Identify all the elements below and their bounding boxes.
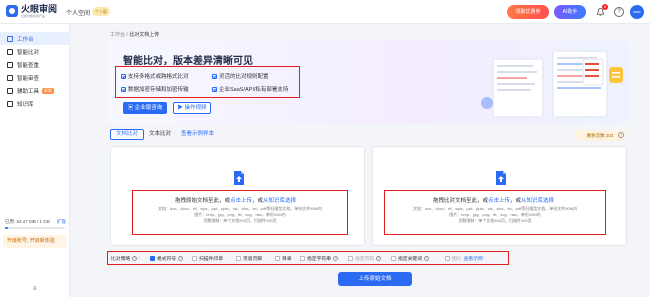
sidebar: 工作台 智能比对 智能查重 智能审查 辅助工具 新版 知识库 bbox=[0, 24, 70, 297]
sidebar-item-review[interactable]: 智能审查 bbox=[0, 71, 70, 84]
banner-title: 智能比对，版本差异清晰可见 bbox=[123, 56, 253, 67]
option-specified-page[interactable]: 指定页码? bbox=[348, 255, 382, 262]
sidebar-item-workbench[interactable]: 工作台 bbox=[0, 32, 70, 45]
sidebar-item-label: 智能查重 bbox=[17, 62, 40, 69]
option-images[interactable]: 图片 查看示例 bbox=[445, 255, 483, 262]
upload-file-icon bbox=[234, 171, 244, 185]
checkbox[interactable] bbox=[300, 256, 305, 261]
sidebar-item-compare[interactable]: 智能比对 bbox=[0, 45, 70, 58]
check-icon bbox=[212, 73, 217, 79]
checkbox[interactable] bbox=[275, 256, 280, 261]
plan-badge: 个人版 bbox=[92, 7, 110, 16]
view-example-link[interactable]: 查看示例 bbox=[464, 255, 483, 262]
notification-count-badge: 6 bbox=[602, 4, 608, 10]
checkbox[interactable] bbox=[236, 256, 241, 261]
sidebar-item-tools[interactable]: 辅助工具 新版 bbox=[0, 84, 70, 97]
sidebar-item-label: 知识库 bbox=[17, 101, 34, 108]
upload-original-document-button[interactable]: 上传原始文档 bbox=[338, 272, 412, 286]
option-compare-strategy[interactable]: 比对策略?: bbox=[111, 255, 140, 262]
option-format-symbols[interactable]: 格式符号? bbox=[150, 255, 184, 262]
collapse-sidebar-icon[interactable]: ≡ bbox=[33, 286, 37, 292]
check-icon bbox=[212, 86, 217, 92]
view-sample-link[interactable]: 查看示例样本 bbox=[176, 129, 219, 140]
help-icon[interactable]: ? bbox=[614, 7, 624, 17]
help-icon: ? bbox=[178, 256, 184, 261]
sidebar-item-label: 辅助工具 bbox=[17, 88, 40, 95]
document-compare-illustration bbox=[481, 50, 623, 118]
sidebar-item-label: 工作台 bbox=[17, 36, 34, 43]
coupon-button[interactable]: 领取优惠券 bbox=[507, 5, 549, 19]
option-toc[interactable]: 目录 bbox=[275, 255, 292, 262]
workspace-name[interactable]: 个人空间 bbox=[66, 8, 90, 17]
feature-item: 数据加密存储和加密传输 bbox=[121, 85, 189, 93]
book-icon bbox=[7, 100, 13, 107]
duplicate-icon bbox=[7, 61, 13, 68]
tools-icon bbox=[7, 87, 13, 94]
original-format-desc: 文档：doc、docx、rtf、wps、ppt、pptx、xls、xlsx、tx… bbox=[157, 206, 323, 223]
checkbox[interactable] bbox=[150, 256, 155, 261]
compare-drop-title: 拖拽比对文档至此，或点击上传，或从知识库选择 bbox=[433, 198, 555, 204]
help-icon: ? bbox=[132, 256, 138, 261]
storage-progress-fill bbox=[5, 227, 8, 229]
feature-item: 灵活的比对规则配置 bbox=[212, 72, 269, 80]
click-upload-link[interactable]: 点击上传 bbox=[230, 198, 252, 204]
storage-progress-bar bbox=[5, 227, 65, 229]
check-icon bbox=[121, 73, 126, 79]
logo-subtitle: 全能智能审阅产品 bbox=[21, 14, 46, 18]
checkbox[interactable] bbox=[192, 256, 197, 261]
feature-highlight-box bbox=[115, 66, 300, 98]
click-upload-link[interactable]: 点击上传 bbox=[488, 198, 510, 204]
checkbox[interactable] bbox=[348, 256, 353, 261]
logo-icon bbox=[6, 5, 18, 17]
sidebar-item-duplicate-check[interactable]: 智能查重 bbox=[0, 58, 70, 71]
help-icon: ? bbox=[333, 256, 338, 261]
breadcrumb-parent[interactable]: 工作台 bbox=[110, 32, 125, 38]
check-icon bbox=[121, 86, 126, 92]
select-from-knowledge-base-link[interactable]: 从知识库选择 bbox=[263, 198, 296, 204]
help-icon: ? bbox=[376, 256, 382, 261]
expand-storage-link[interactable]: 扩容 bbox=[57, 219, 66, 225]
new-badge: 新版 bbox=[42, 87, 55, 94]
option-specified-string[interactable]: 指定字符串? bbox=[300, 255, 338, 262]
logo-title: 火眼审阅 bbox=[21, 4, 58, 14]
tutorial-video-button[interactable]: ▶ 操作视频 bbox=[173, 102, 211, 114]
avatar[interactable]: user bbox=[630, 5, 644, 19]
option-specified-keywords[interactable]: 指定关键词? bbox=[391, 255, 429, 262]
option-header-footer[interactable]: 页眉页脚 bbox=[236, 255, 262, 262]
select-from-knowledge-base-link[interactable]: 从知识库选择 bbox=[521, 198, 554, 204]
breadcrumb: 工作台 / 比对文档上传 bbox=[110, 31, 159, 38]
review-icon bbox=[7, 74, 13, 81]
feature-item: 支持多格式或跨格式比对 bbox=[121, 72, 189, 80]
top-bar: 火眼审阅 全能智能审阅产品 个人空间 个人版 领取优惠券 AI助手 6 ? us… bbox=[0, 0, 650, 24]
compare-mode-tabs: 文档比对 文本比对 查看示例样本 bbox=[110, 129, 219, 140]
compare-icon bbox=[7, 48, 13, 55]
sidebar-item-label: 智能比对 bbox=[17, 49, 40, 56]
feature-item: 企业SaaS/API/私有部署支持 bbox=[212, 85, 288, 93]
enterprise-consult-button[interactable]: ▣ 企业版咨询 bbox=[123, 102, 167, 114]
option-scan-seal[interactable]: 扫描件印章 bbox=[192, 255, 223, 262]
logo[interactable]: 火眼审阅 全能智能审阅产品 bbox=[6, 4, 57, 18]
sidebar-item-knowledge-base[interactable]: 知识库 bbox=[0, 97, 70, 110]
compare-format-desc: 文档：doc、docx、rtf、wps、ppt、pptx、xls、xlsx、tx… bbox=[412, 206, 578, 223]
breadcrumb-current: 比对文档上传 bbox=[129, 32, 160, 38]
storage-usage-text: 已用: 54.47 MB / 1 GB bbox=[5, 219, 50, 224]
ai-assistant-button[interactable]: AI助手 bbox=[554, 5, 586, 19]
upload-file-icon bbox=[496, 171, 506, 185]
checkbox[interactable] bbox=[445, 256, 450, 261]
quota-help-icon[interactable]: ? bbox=[618, 132, 624, 138]
checkbox[interactable] bbox=[391, 256, 396, 261]
help-icon: ? bbox=[424, 256, 429, 261]
upgrade-account-button[interactable]: 升级账号, 开启新体验 bbox=[3, 235, 67, 248]
sidebar-item-label: 智能审查 bbox=[17, 75, 40, 82]
tab-text-compare[interactable]: 文本比对 bbox=[144, 129, 176, 140]
original-drop-title: 拖拽原始文档至此，或点击上传，或从知识库选择 bbox=[175, 198, 297, 204]
home-icon bbox=[7, 35, 13, 42]
tab-document-compare[interactable]: 文档比对 bbox=[110, 129, 145, 140]
